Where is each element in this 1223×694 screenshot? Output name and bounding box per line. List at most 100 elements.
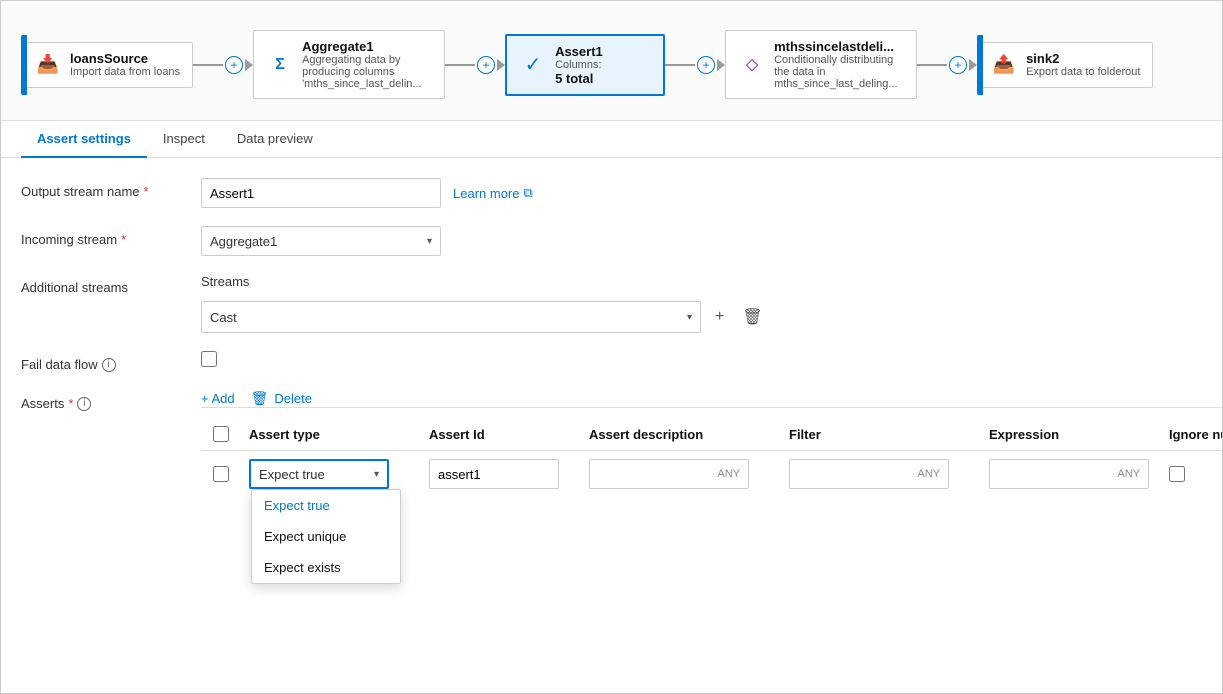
- sink2-info: sink2 Export data to folderout: [1026, 51, 1140, 78]
- th-assert-id: Assert Id: [421, 427, 581, 442]
- tab-inspect[interactable]: Inspect: [147, 121, 221, 158]
- arrow-head-3: [717, 59, 725, 71]
- td-expression-row1: ANY: [981, 459, 1161, 489]
- add-assert-btn[interactable]: + Add: [201, 391, 235, 406]
- fail-data-flow-control: [201, 351, 1202, 367]
- sink2-icon: 📤: [990, 51, 1018, 79]
- additional-streams-label: Additional streams: [21, 274, 181, 295]
- loanssource-icon: 📥: [34, 51, 62, 79]
- mths-title: mthssincelastdeli...: [774, 39, 904, 54]
- add-node-btn-3[interactable]: +: [697, 56, 715, 74]
- learn-more-link[interactable]: Learn more ⧉: [453, 185, 533, 201]
- tab-assert-settings[interactable]: Assert settings: [21, 121, 147, 158]
- arrow-line-4: [917, 64, 947, 66]
- arrow-1: +: [193, 56, 253, 74]
- node-box-loanssource[interactable]: 📥 loansSource Import data from loans: [21, 42, 193, 88]
- fail-data-flow-checkbox[interactable]: [201, 351, 217, 367]
- td-assert-id-row1: [421, 459, 581, 489]
- td-ignore-row1: [1161, 466, 1223, 482]
- output-stream-name-input[interactable]: [201, 178, 441, 208]
- arrow-4: +: [917, 56, 977, 74]
- pipeline-node-assert1: ✓ Assert1 Columns: 5 total: [505, 34, 665, 96]
- asserts-label: Asserts * i: [21, 390, 181, 411]
- loanssource-subtitle: Import data from loans: [70, 66, 180, 78]
- tabs-bar: Assert settings Inspect Data preview: [1, 121, 1222, 158]
- filter-any-label: ANY: [917, 468, 940, 480]
- assert1-columns-count: 5 total: [555, 71, 603, 86]
- assert1-info: Assert1 Columns: 5 total: [555, 44, 603, 86]
- dropdown-item-expect-exists[interactable]: Expect exists: [252, 552, 400, 583]
- aggregate1-info: Aggregate1 Aggregating data by producing…: [302, 39, 432, 90]
- node-box-sink2[interactable]: 📤 sink2 Export data to folderout: [977, 42, 1153, 88]
- node-box-aggregate1[interactable]: Σ Aggregate1 Aggregating data by produci…: [253, 30, 445, 99]
- fail-data-flow-info-icon[interactable]: i: [102, 358, 116, 372]
- asserts-row: Asserts * i + Add 🗑 Delete: [21, 390, 1202, 497]
- streams-chevron: ▾: [687, 312, 692, 323]
- output-stream-name-label: Output stream name *: [21, 178, 181, 199]
- add-node-btn-2[interactable]: +: [477, 56, 495, 74]
- arrow-head-2: [497, 59, 505, 71]
- incoming-stream-select[interactable]: Aggregate1 ▾: [201, 226, 441, 256]
- sink2-left-bar: [977, 35, 983, 95]
- required-star-output: *: [144, 184, 149, 199]
- th-expression: Expression: [981, 427, 1161, 442]
- tab-data-preview[interactable]: Data preview: [221, 121, 329, 158]
- streams-section: Streams Cast ▾ + 🗑: [201, 274, 767, 333]
- incoming-stream-label: Incoming stream *: [21, 226, 181, 247]
- td-assert-type-row1: Expect true ▾ Expect true Expect unique …: [241, 459, 421, 489]
- fail-data-flow-label: Fail data flow i: [21, 351, 181, 372]
- incoming-stream-control: Aggregate1 ▾: [201, 226, 1202, 256]
- pipeline-node-loanssource: 📥 loansSource Import data from loans: [21, 42, 193, 88]
- dropdown-item-expect-unique[interactable]: Expect unique: [252, 521, 400, 552]
- assert-type-dropdown: Expect true Expect unique Expect exists: [251, 489, 401, 584]
- assert1-icon: ✓: [519, 51, 547, 79]
- add-node-btn-1[interactable]: +: [225, 56, 243, 74]
- additional-streams-row: Additional streams Streams Cast ▾ +: [21, 274, 1202, 333]
- streams-row: Cast ▾ + 🗑: [201, 301, 767, 333]
- delete-stream-btn[interactable]: 🗑: [738, 303, 766, 331]
- assert1-columns-label: Columns:: [555, 59, 603, 71]
- pipeline-node-sink2: 📤 sink2 Export data to folderout: [977, 42, 1153, 88]
- arrow-line-1: [193, 64, 223, 66]
- asserts-info-icon[interactable]: i: [77, 397, 91, 411]
- asserts-actions: + Add 🗑 Delete: [201, 390, 1223, 407]
- filter-input-row1[interactable]: ANY: [789, 459, 949, 489]
- external-link-icon: ⧉: [523, 185, 532, 201]
- add-stream-btn[interactable]: +: [711, 304, 728, 330]
- add-node-btn-4[interactable]: +: [949, 56, 967, 74]
- assert1-title: Assert1: [555, 44, 603, 59]
- additional-streams-control: Streams Cast ▾ + 🗑: [201, 274, 1202, 333]
- mths-icon: ⬦: [738, 51, 766, 79]
- sink2-title: sink2: [1026, 51, 1140, 66]
- incoming-stream-chevron: ▾: [427, 236, 432, 247]
- td-filter-row1: ANY: [781, 459, 981, 489]
- select-all-checkbox[interactable]: [213, 426, 229, 442]
- node-box-assert1[interactable]: ✓ Assert1 Columns: 5 total: [505, 34, 665, 96]
- node-left-bar: [21, 35, 27, 95]
- incoming-stream-row: Incoming stream * Aggregate1 ▾: [21, 226, 1202, 256]
- required-star-asserts: *: [68, 396, 73, 411]
- row1-checkbox[interactable]: [213, 466, 229, 482]
- delete-icon: 🗑: [251, 390, 269, 407]
- arrow-line-2: [445, 64, 475, 66]
- assert-id-input-row1[interactable]: [429, 459, 559, 489]
- arrow-line-3: [665, 64, 695, 66]
- td-assert-desc-row1: ANY: [581, 459, 781, 489]
- th-assert-type: Assert type: [241, 427, 421, 442]
- assert-type-select-row1[interactable]: Expect true ▾ Expect true Expect unique …: [249, 459, 389, 489]
- expression-input-row1[interactable]: ANY: [989, 459, 1149, 489]
- asserts-table: Assert type Assert Id Assert description…: [201, 407, 1223, 497]
- pipeline-node-aggregate1: Σ Aggregate1 Aggregating data by produci…: [253, 30, 445, 99]
- output-stream-name-row: Output stream name * Learn more ⧉: [21, 178, 1202, 208]
- node-box-mths[interactable]: ⬦ mthssincelastdeli... Conditionally dis…: [725, 30, 917, 99]
- expression-any-label: ANY: [1117, 468, 1140, 480]
- delete-assert-btn[interactable]: 🗑 Delete: [251, 390, 312, 407]
- dropdown-item-expect-true[interactable]: Expect true: [252, 490, 400, 521]
- mths-subtitle: Conditionally distributing the data in m…: [774, 54, 904, 90]
- streams-select[interactable]: Cast ▾: [201, 301, 701, 333]
- arrow-head-1: [245, 59, 253, 71]
- assert-desc-any-label: ANY: [717, 468, 740, 480]
- th-checkbox: [201, 426, 241, 442]
- assert-desc-input-row1[interactable]: ANY: [589, 459, 749, 489]
- ignore-nulls-checkbox-row1[interactable]: [1169, 466, 1185, 482]
